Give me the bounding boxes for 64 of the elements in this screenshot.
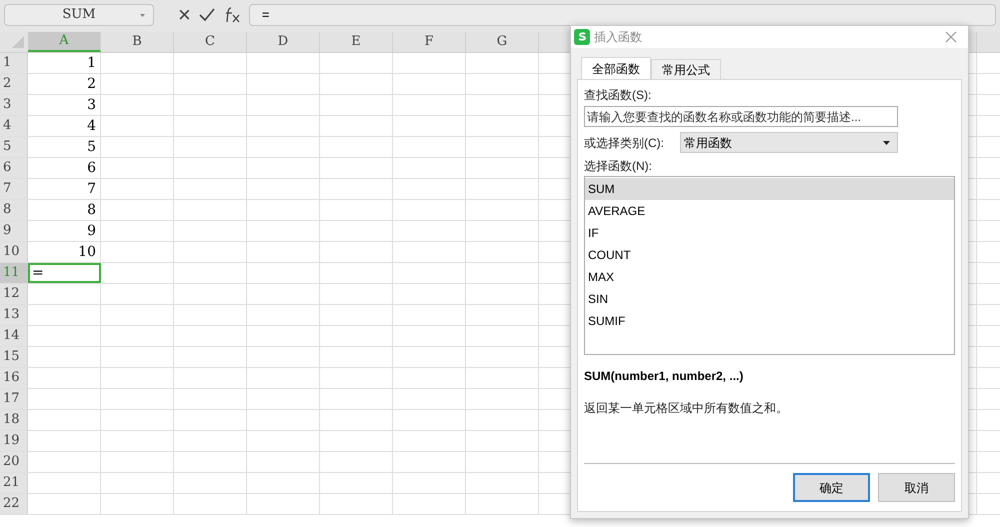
dialog-title: 插入函数 — [594, 29, 642, 46]
row-header[interactable]: 17 — [0, 389, 28, 409]
row-header[interactable]: 8 — [0, 200, 28, 220]
cell-value: 2 — [87, 74, 97, 94]
dropdown-caret-icon[interactable] — [883, 140, 890, 144]
cell-value: 3 — [87, 96, 97, 114]
formula-input[interactable]: = — [248, 4, 996, 26]
function-description: 返回某一单元格区域中所有数值之和。 — [584, 400, 789, 417]
column-header[interactable]: F — [393, 32, 466, 52]
row-header[interactable]: 6 — [0, 158, 28, 178]
function-item[interactable]: SUMIF — [585, 310, 954, 332]
check-icon[interactable] — [198, 8, 215, 22]
search-label: 查找函数(S): — [584, 87, 652, 104]
dialog-tab[interactable]: 常用公式 — [651, 59, 721, 79]
close-icon[interactable] — [945, 31, 957, 43]
row-header[interactable]: 5 — [0, 137, 28, 157]
cell-value: 8 — [87, 200, 97, 220]
cell-value: = — [31, 264, 44, 282]
cell-value: 9 — [87, 222, 97, 240]
list-label: 选择函数(N): — [584, 158, 653, 175]
column-header[interactable]: B — [101, 32, 174, 52]
column-header[interactable]: E — [320, 32, 393, 52]
cell-value: 6 — [87, 158, 97, 178]
dialog-tab[interactable]: 全部函数 — [581, 57, 651, 79]
row-header[interactable]: 7 — [0, 179, 28, 199]
row-header[interactable]: 15 — [0, 347, 28, 367]
column-header[interactable]: C — [174, 32, 247, 52]
row-header[interactable]: 1 — [0, 53, 28, 73]
function-item[interactable]: SUM — [585, 178, 954, 200]
cancel-button[interactable]: 取消 — [878, 473, 955, 502]
column-header[interactable]: G — [466, 32, 539, 52]
row-header[interactable]: 3 — [0, 95, 28, 115]
cell-value: 4 — [87, 116, 97, 136]
cancel-button[interactable]: × — [178, 4, 191, 26]
function-signature: SUM(number1, number2, ...) — [584, 368, 744, 385]
row-header[interactable]: 18 — [0, 410, 28, 430]
row-header[interactable]: 21 — [0, 473, 28, 493]
cell-value: 10 — [78, 242, 97, 262]
column-header[interactable]: D — [247, 32, 320, 52]
function-item[interactable]: SIN — [585, 288, 954, 310]
row-header[interactable]: 16 — [0, 368, 28, 388]
app-logo-icon — [574, 29, 590, 45]
cell-value: 5 — [87, 138, 97, 156]
row-header[interactable]: 14 — [0, 326, 28, 346]
row-header[interactable]: 9 — [0, 221, 28, 241]
row-header[interactable]: 19 — [0, 431, 28, 451]
row-header[interactable]: 22 — [0, 494, 28, 514]
function-item[interactable]: COUNT — [585, 244, 954, 266]
category-label: 或选择类别(C): — [584, 134, 665, 152]
row-header[interactable]: 12 — [0, 284, 28, 304]
row-header[interactable]: 2 — [0, 74, 28, 94]
cell-value: 7 — [87, 180, 97, 198]
row-header[interactable]: 4 — [0, 116, 28, 136]
function-item[interactable]: MAX — [585, 266, 954, 288]
name-box[interactable]: SUM — [4, 4, 154, 26]
row-header[interactable]: 20 — [0, 452, 28, 472]
category-dropdown[interactable]: 常用函数 — [680, 132, 898, 153]
row-header[interactable]: 10 — [0, 242, 28, 262]
function-item[interactable]: IF — [585, 222, 954, 244]
ok-button[interactable]: 确定 — [793, 473, 870, 502]
row-header[interactable]: 13 — [0, 305, 28, 325]
search-field[interactable]: 请输入您要查找的函数名称或函数功能的简要描述... — [584, 106, 898, 127]
function-item[interactable]: AVERAGE — [585, 200, 954, 222]
cell-value: 1 — [87, 54, 97, 72]
